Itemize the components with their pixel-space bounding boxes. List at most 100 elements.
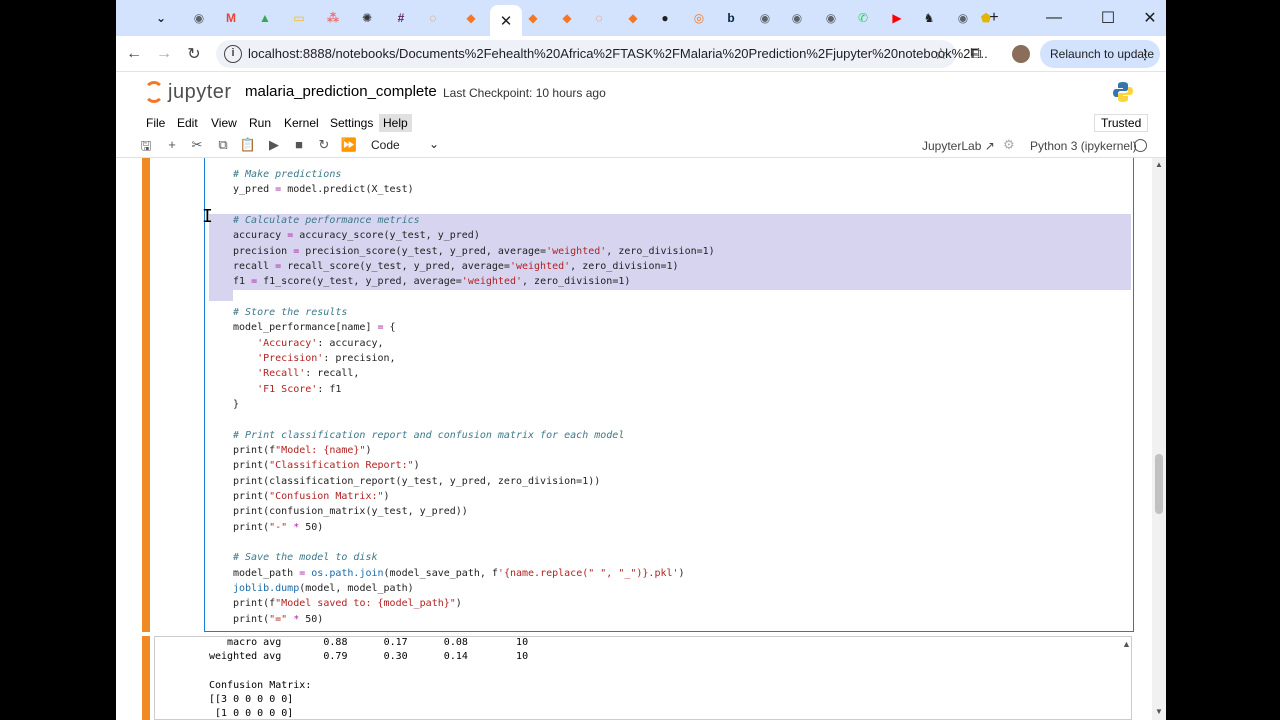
code-comment-line[interactable]: # Calculate performance metrics [233, 213, 420, 228]
output-scroll-up-icon[interactable]: ▲ [1122, 639, 1131, 649]
tab-folder-icon[interactable]: ◆ [460, 7, 482, 29]
trusted-indicator[interactable]: Trusted [1094, 114, 1149, 132]
forward-button[interactable]: → [152, 42, 176, 66]
close-window-button[interactable]: ✕ [1138, 6, 1162, 30]
code-line[interactable]: print(f"Model: {name}") [233, 443, 372, 458]
tab-jupyter-icon[interactable]: ◎ [688, 7, 710, 29]
extensions-icon[interactable]: ⧉ [964, 42, 988, 66]
jupyterlab-link[interactable]: JupyterLab ↗ [922, 139, 995, 153]
scroll-up-icon[interactable]: ▲ [1155, 160, 1163, 169]
tab-openai-icon[interactable]: ✺ [356, 7, 378, 29]
add-cell-icon[interactable]: + [163, 137, 181, 152]
reload-button[interactable]: ↻ [182, 42, 206, 66]
menu-help[interactable]: Help [379, 114, 412, 132]
menu-bar: File Edit View Run Kernel Settings Help … [116, 112, 1166, 134]
code-line[interactable]: model_path = os.path.join(model_save_pat… [233, 566, 685, 581]
code-line[interactable]: 'F1 Score': f1 [233, 382, 341, 397]
notebook-toolbar: 🖫 + ✂ ⧉ 📋 ▶ ■ ↻ ⏩ Code ⌄ JupyterLab ↗ ⚙ … [116, 134, 1166, 158]
code-line[interactable]: } [233, 397, 239, 412]
more-options-icon[interactable]: ⋮ [1138, 40, 1152, 68]
kernel-name[interactable]: Python 3 (ipykernel) [1030, 139, 1137, 153]
page-scrollbar[interactable]: ▲ ▼ [1152, 158, 1166, 720]
tab-slack-icon[interactable]: # [390, 7, 412, 29]
code-line[interactable]: joblib.dump(model, model_path) [233, 581, 414, 596]
tab-close-icon[interactable]: ✕ [490, 5, 522, 36]
code-line[interactable]: 'Accuracy': accuracy, [233, 336, 383, 351]
cell-type-select[interactable]: Code ⌄ [371, 137, 439, 152]
menu-file[interactable]: File [142, 114, 169, 132]
relaunch-button[interactable]: Relaunch to update ⋮ [1040, 40, 1160, 68]
code-line[interactable]: y_pred = model.predict(X_test) [233, 182, 414, 197]
tab-drive-icon[interactable]: ▲ [254, 7, 276, 29]
scrollbar-thumb[interactable] [1155, 454, 1163, 514]
bookmark-star-icon[interactable]: ☆ [934, 44, 948, 64]
paste-icon[interactable]: 📋 [239, 137, 257, 153]
code-cell-editor[interactable]: # Make predictions y_pred = model.predict… [204, 158, 1134, 632]
tab-chrome-icon[interactable]: ◉ [952, 7, 974, 29]
jupyter-logo[interactable]: jupyter [144, 80, 232, 104]
tab-folder-icon[interactable]: ◆ [522, 7, 544, 29]
code-line[interactable]: precision = precision_score(y_test, y_pr… [233, 244, 715, 259]
output-line: [1 0 0 0 0 0] [209, 708, 294, 719]
menu-settings[interactable]: Settings [326, 114, 377, 132]
tab-slides-icon[interactable]: ▭ [288, 7, 310, 29]
tab-chrome-icon[interactable]: ◉ [754, 7, 776, 29]
code-line[interactable]: recall = recall_score(y_test, y_pred, av… [233, 259, 679, 274]
new-tab-button[interactable]: + [982, 6, 1006, 30]
tab-loader-icon[interactable]: ◌ [588, 7, 610, 29]
run-icon[interactable]: ▶ [265, 137, 283, 153]
python-logo-icon [1113, 82, 1133, 102]
minimize-button[interactable]: — [1042, 6, 1066, 30]
tab-folder-icon[interactable]: ◆ [622, 7, 644, 29]
tab-asana-icon[interactable]: ⁂ [322, 7, 344, 29]
code-comment-line[interactable]: # Store the results [233, 305, 347, 320]
code-line[interactable]: print("Confusion Matrix:") [233, 489, 390, 504]
scroll-down-icon[interactable]: ▼ [1155, 707, 1163, 716]
menu-view[interactable]: View [207, 114, 241, 132]
tab-gmail-icon[interactable]: M [220, 7, 242, 29]
cut-icon[interactable]: ✂ [188, 137, 206, 153]
tab-b-icon[interactable]: b [720, 7, 742, 29]
stop-icon[interactable]: ■ [290, 137, 308, 152]
code-line[interactable]: print(confusion_matrix(y_test, y_pred)) [233, 504, 468, 519]
output-line: macro avg 0.88 0.17 0.08 10 [209, 637, 529, 648]
url-text[interactable]: localhost:8888/notebooks/Documents%2Fehe… [248, 46, 988, 61]
menu-edit[interactable]: Edit [173, 114, 202, 132]
tab-folder-icon[interactable]: ◆ [556, 7, 578, 29]
code-line[interactable]: 'Precision': precision, [233, 351, 395, 366]
code-line[interactable]: f1 = f1_score(y_test, y_pred, average='w… [233, 274, 630, 289]
tab-chess-icon[interactable]: ♞ [918, 7, 940, 29]
tab-github-icon[interactable]: ● [654, 7, 676, 29]
code-line[interactable]: print("-" * 50) [233, 520, 323, 535]
code-comment-line[interactable]: # Make predictions [233, 167, 341, 182]
site-info-icon[interactable]: i [224, 45, 242, 63]
back-button[interactable]: ← [122, 42, 146, 66]
code-line[interactable]: print(classification_report(y_test, y_pr… [233, 474, 600, 489]
code-comment-line[interactable]: # Save the model to disk [233, 550, 378, 565]
tab-youtube-icon[interactable]: ▶ [886, 7, 908, 29]
menu-run[interactable]: Run [245, 114, 275, 132]
code-line[interactable]: print(f"Model saved to: {model_path}") [233, 596, 462, 611]
code-comment-line[interactable]: # Print classification report and confus… [233, 428, 624, 443]
gear-icon[interactable]: ⚙ [1003, 137, 1015, 153]
copy-icon[interactable]: ⧉ [214, 137, 232, 153]
address-bar[interactable]: i localhost:8888/notebooks/Documents%2Fe… [216, 40, 988, 68]
profile-avatar[interactable] [1012, 45, 1030, 63]
code-line[interactable]: accuracy = accuracy_score(y_test, y_pred… [233, 228, 480, 243]
save-icon[interactable]: 🖫 [137, 137, 155, 159]
tab-chrome-icon[interactable]: ◉ [188, 7, 210, 29]
code-line[interactable]: 'Recall': recall, [233, 366, 359, 381]
maximize-button[interactable]: ☐ [1096, 6, 1120, 30]
restart-icon[interactable]: ↻ [315, 137, 333, 153]
menu-kernel[interactable]: Kernel [280, 114, 323, 132]
code-line[interactable]: print("=" * 50) [233, 612, 323, 627]
code-line[interactable]: model_performance[name] = { [233, 320, 396, 335]
tab-whatsapp-icon[interactable]: ✆ [852, 7, 874, 29]
fast-forward-icon[interactable]: ⏩ [340, 137, 358, 153]
code-line[interactable]: print("Classification Report:") [233, 458, 420, 473]
tab-loader-icon[interactable]: ◌ [422, 7, 444, 29]
tab-chrome-icon[interactable]: ◉ [786, 7, 808, 29]
notebook-title[interactable]: malaria_prediction_complete [245, 83, 437, 100]
tab-chrome-icon[interactable]: ◉ [820, 7, 842, 29]
tab-chevron-down-icon[interactable]: ⌄ [150, 7, 172, 29]
